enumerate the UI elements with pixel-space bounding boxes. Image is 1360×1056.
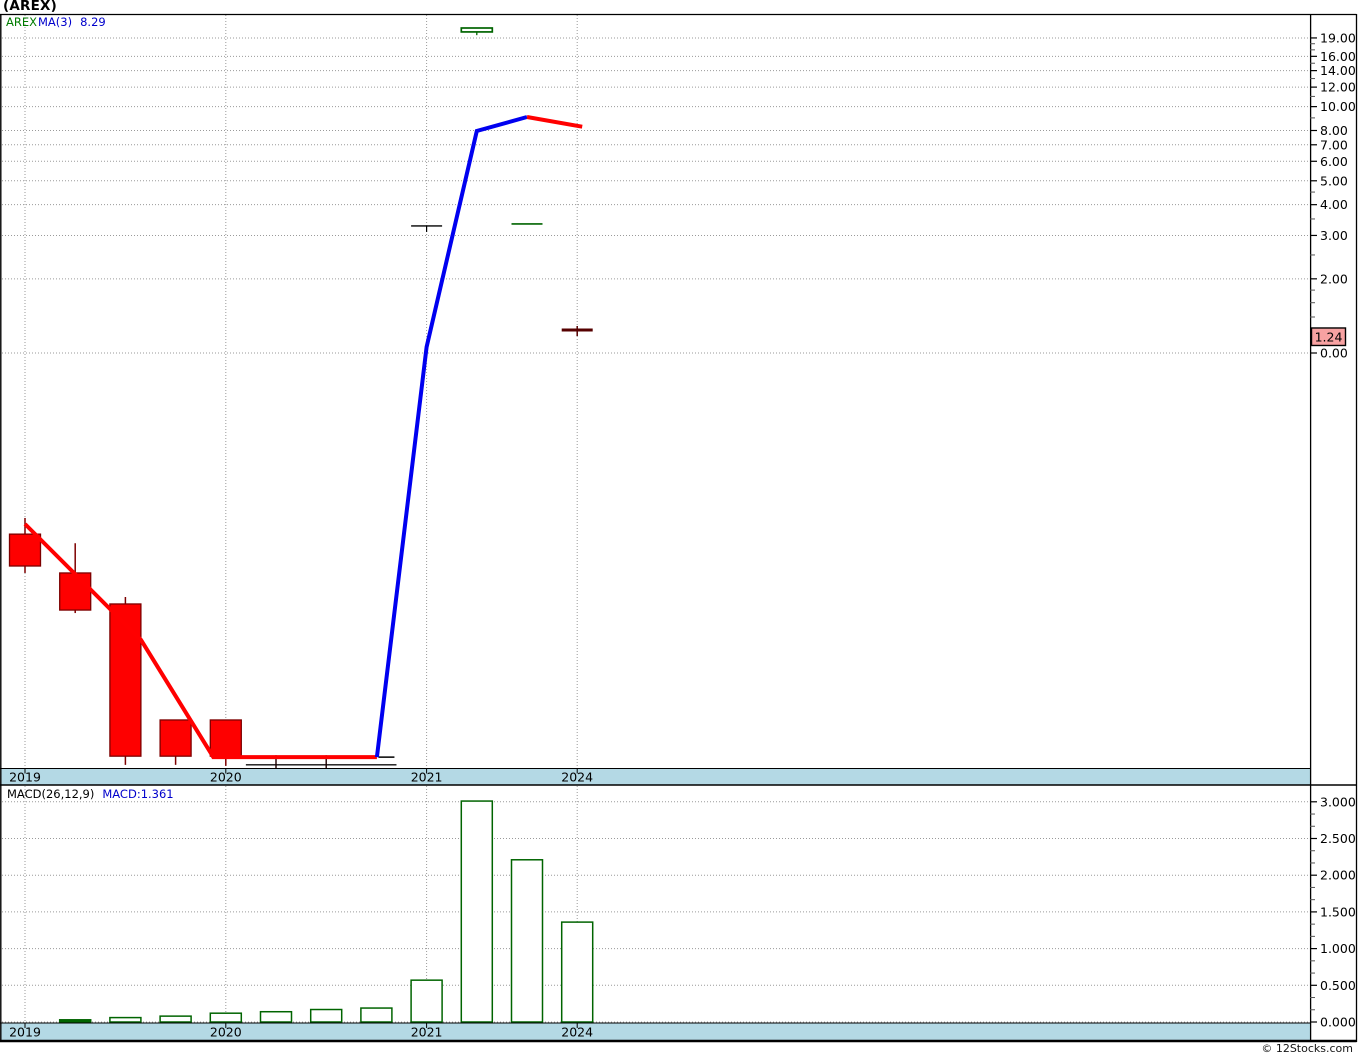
macd-params: MACD(26,12,9) <box>7 787 95 801</box>
stock-chart-page: { "title": "(AREX)", "footer": { "copyri… <box>0 0 1360 1056</box>
last-price-tag-label: 1.24 <box>1315 329 1343 344</box>
candlestick-down <box>59 572 92 611</box>
price-axis-label: 3.00 <box>1320 228 1348 243</box>
price-axis-label: 16.00 <box>1320 49 1356 64</box>
macd-legend: MACD(26,12,9) MACD:1.361 <box>7 787 174 801</box>
price-legend: AREXMA(3) 8.29 <box>6 15 106 29</box>
price-axis-label: 7.00 <box>1320 137 1348 152</box>
price-axis-label: 6.00 <box>1320 154 1348 169</box>
legend-ma-label: MA(3) <box>38 15 73 29</box>
macd-bar <box>510 859 544 1023</box>
candlestick-down <box>159 719 192 757</box>
macd-bar <box>259 1010 293 1023</box>
macd-axis-label: 2.000 <box>1320 868 1356 883</box>
macd-bar <box>410 979 443 1023</box>
macd-bar <box>209 1012 243 1023</box>
macd-bar <box>109 1016 142 1023</box>
price-axis-label: 10.00 <box>1320 99 1356 114</box>
macd-bar <box>560 921 594 1023</box>
macd-value: MACD:1.361 <box>102 787 174 801</box>
legend-ma-value: 8.29 <box>80 15 106 29</box>
ma-line-late <box>526 115 583 129</box>
macd-axis-label: 2.500 <box>1320 831 1356 846</box>
ma-line-early <box>23 522 377 760</box>
macd-bar <box>309 1008 343 1023</box>
price-axis-label: 8.00 <box>1320 123 1348 138</box>
macd-axis-label: 0.000 <box>1320 1015 1356 1030</box>
xaxis-band-macd <box>1 1023 1310 1040</box>
macd-axis-label: 1.000 <box>1320 941 1356 956</box>
price-axis-label: 2.00 <box>1320 271 1348 286</box>
legend-symbol: AREX <box>6 15 38 29</box>
price-axis-label: 4.00 <box>1320 197 1348 212</box>
xaxis-band-price <box>1 769 1310 785</box>
macd-axis-label: 1.500 <box>1320 904 1356 919</box>
macd-bar <box>58 1019 92 1023</box>
price-line-blue <box>374 115 528 758</box>
page-title: (AREX) <box>3 0 58 14</box>
price-axis-label: 19.00 <box>1320 30 1356 45</box>
candlestick-down <box>8 533 42 567</box>
macd-axis-label: 3.000 <box>1320 794 1356 809</box>
chart-canvas: 2019 2020 2021 20242019 2020 2021 202419.0016.… <box>0 13 1358 1043</box>
macd-bar <box>460 800 494 1023</box>
macd-bar <box>360 1007 393 1023</box>
price-axis-label: 14.00 <box>1320 63 1356 78</box>
macd-bar <box>159 1015 192 1023</box>
candlestick-up <box>460 27 494 33</box>
macd-axis-label: 0.500 <box>1320 978 1356 993</box>
price-axis-label: 0.00 <box>1320 346 1348 361</box>
price-axis-label: 5.00 <box>1320 173 1348 188</box>
price-axis-label: 12.00 <box>1320 80 1356 95</box>
copyright: © 12Stocks.com <box>1261 1042 1353 1055</box>
candlestick-down <box>209 719 242 757</box>
